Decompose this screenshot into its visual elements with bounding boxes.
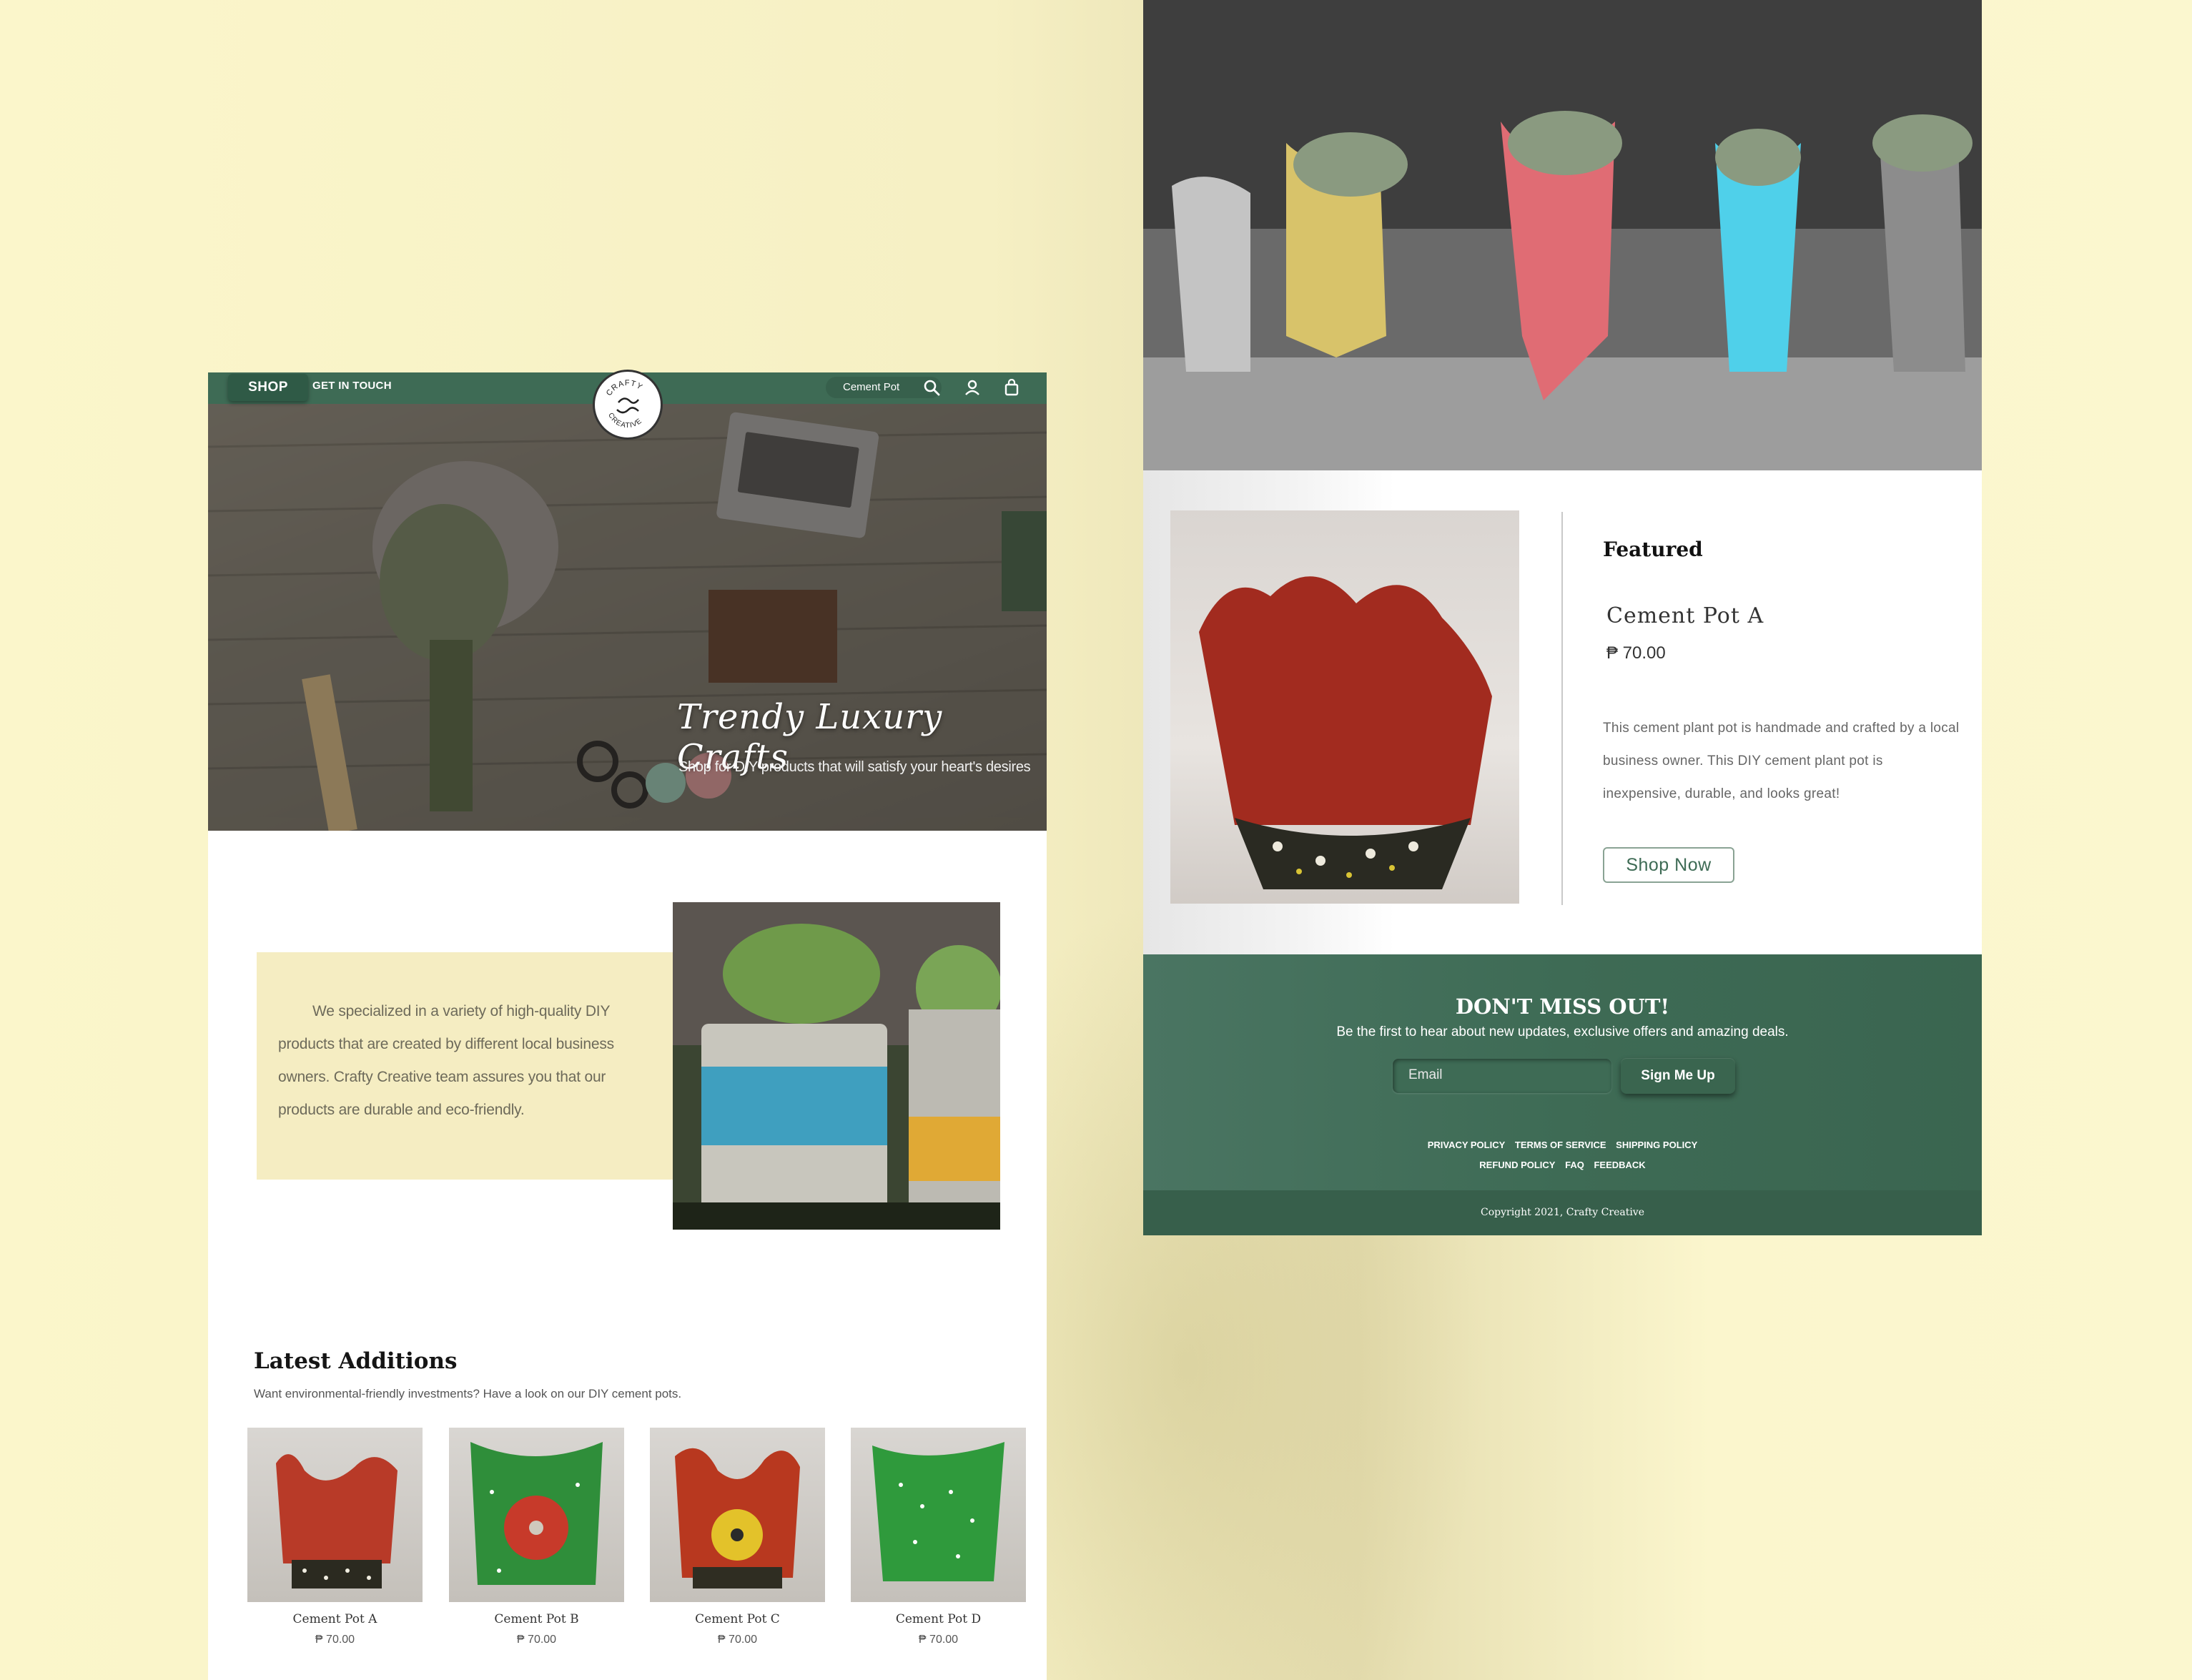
- product-image[interactable]: [650, 1428, 825, 1602]
- terms-of-service-link[interactable]: TERMS OF SERVICE: [1515, 1140, 1606, 1150]
- copyright-bar: Copyright 2021, Crafty Creative: [1143, 1190, 1982, 1235]
- latest-additions-title: Latest Additions: [254, 1348, 458, 1374]
- product-card[interactable]: Cement Pot C ₱ 70.00: [650, 1428, 825, 1646]
- nav-get-in-touch-link[interactable]: GET IN TOUCH: [312, 380, 392, 392]
- email-field[interactable]: Email: [1393, 1059, 1611, 1093]
- featured-product-image[interactable]: [1170, 510, 1519, 904]
- footer-links: PRIVACY POLICY TERMS OF SERVICE SHIPPING…: [1143, 1135, 1982, 1175]
- product-name[interactable]: Cement Pot B: [449, 1612, 624, 1626]
- product-price: ₱ 70.00: [516, 1634, 557, 1646]
- product-image[interactable]: [449, 1428, 624, 1602]
- feedback-link[interactable]: FEEDBACK: [1594, 1160, 1645, 1170]
- search-icon[interactable]: [923, 379, 942, 397]
- logo-text-bottom: CREATIVE: [606, 412, 643, 430]
- featured-product-name: Cement Pot A: [1606, 603, 1764, 628]
- privacy-policy-link[interactable]: PRIVACY POLICY: [1428, 1140, 1506, 1150]
- sign-me-up-button[interactable]: Sign Me Up: [1621, 1058, 1735, 1094]
- featured-product-price: ₱ 70.00: [1606, 643, 1666, 663]
- product-price: ₱ 70.00: [717, 1634, 758, 1646]
- featured-product-description: This cement plant pot is handmade and cr…: [1603, 721, 1960, 801]
- featured-label: Featured: [1603, 538, 1703, 561]
- homepage-mockup: Trendy Luxury Crafts Shop for DIY produc…: [208, 370, 1047, 1680]
- product-name[interactable]: Cement Pot C: [650, 1612, 825, 1626]
- about-text: We specialized in a variety of high-qual…: [278, 1003, 614, 1118]
- product-name[interactable]: Cement Pot D: [851, 1612, 1026, 1626]
- refund-policy-link[interactable]: REFUND POLICY: [1479, 1160, 1555, 1170]
- colored-pots-banner: [1143, 0, 1982, 470]
- bag-icon[interactable]: [1003, 378, 1022, 397]
- about-box: We specialized in a variety of high-qual…: [257, 952, 678, 1180]
- shop-now-button[interactable]: Shop Now: [1603, 847, 1734, 883]
- product-price: ₱ 70.00: [918, 1634, 959, 1646]
- product-price: ₱ 70.00: [315, 1634, 355, 1646]
- product-card[interactable]: Cement Pot D ₱ 70.00: [851, 1428, 1026, 1646]
- user-icon[interactable]: [964, 379, 982, 397]
- newsletter-section: DON'T MISS OUT! Be the first to hear abo…: [1143, 954, 1982, 1190]
- newsletter-title: DON'T MISS OUT!: [1455, 994, 1670, 1019]
- svg-text:CRAFTY: CRAFTY: [605, 379, 644, 397]
- newsletter-subtitle: Be the first to hear about new updates, …: [1336, 1024, 1789, 1039]
- hero-section: Trendy Luxury Crafts Shop for DIY produc…: [208, 404, 1047, 831]
- crafty-creative-logo[interactable]: CRAFTY CREATIVE: [593, 370, 663, 440]
- latest-additions-subtitle: Want environmental-friendly investments?…: [254, 1387, 682, 1400]
- nav-shop-button[interactable]: SHOP: [228, 374, 308, 401]
- product-card[interactable]: Cement Pot A ₱ 70.00: [247, 1428, 423, 1646]
- featured-section: Featured Cement Pot A ₱ 70.00 This cemen…: [1143, 470, 1982, 954]
- hero-subtitle: Shop for DIY products that will satisfy …: [678, 759, 1031, 775]
- product-card[interactable]: Cement Pot B ₱ 70.00: [449, 1428, 624, 1646]
- logo-text-top: CRAFTY: [605, 379, 643, 397]
- product-image[interactable]: [851, 1428, 1026, 1602]
- svg-text:CREATIVE: CREATIVE: [606, 412, 643, 430]
- vertical-divider: [1561, 512, 1563, 905]
- product-image[interactable]: [247, 1428, 423, 1602]
- product-page-mockup: Featured Cement Pot A ₱ 70.00 This cemen…: [1143, 0, 1982, 1235]
- shipping-policy-link[interactable]: SHIPPING POLICY: [1616, 1140, 1697, 1150]
- product-name[interactable]: Cement Pot A: [247, 1612, 423, 1626]
- succulent-pots-photo: [673, 902, 1000, 1230]
- faq-link[interactable]: FAQ: [1565, 1160, 1584, 1170]
